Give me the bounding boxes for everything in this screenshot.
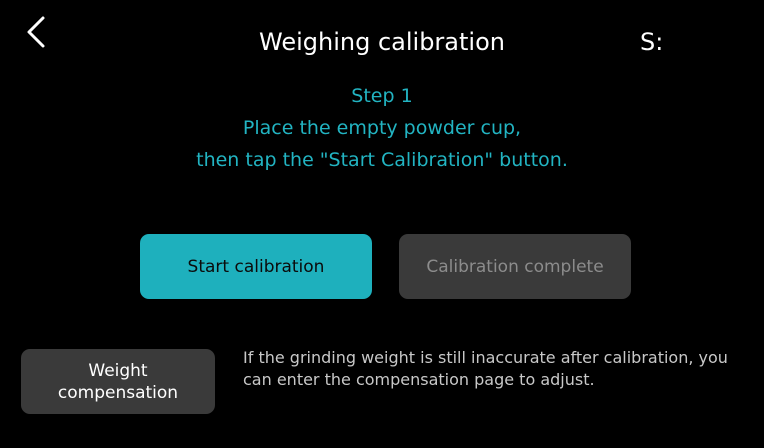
instruction-line-2: then tap the "Start Calibration" button.	[196, 149, 568, 171]
instruction-line-1: Place the empty powder cup,	[242, 117, 522, 139]
start-calibration-button[interactable]: Start calibration	[140, 234, 372, 299]
instructions: Step 1 Place the empty powder cup, then …	[0, 80, 764, 176]
status-label: S:	[640, 28, 664, 56]
calibration-complete-label: Calibration complete	[426, 256, 604, 277]
compensation-note: If the grinding weight is still inaccura…	[243, 348, 728, 389]
step-label: Step 1	[351, 85, 413, 107]
start-calibration-label: Start calibration	[187, 256, 325, 277]
weight-compensation-label-line1: Weight	[88, 360, 148, 381]
calibration-complete-button[interactable]: Calibration complete	[399, 234, 631, 299]
weight-compensation-button[interactable]: Weight compensation	[21, 349, 215, 414]
weight-compensation-label-line2: compensation	[57, 382, 179, 403]
